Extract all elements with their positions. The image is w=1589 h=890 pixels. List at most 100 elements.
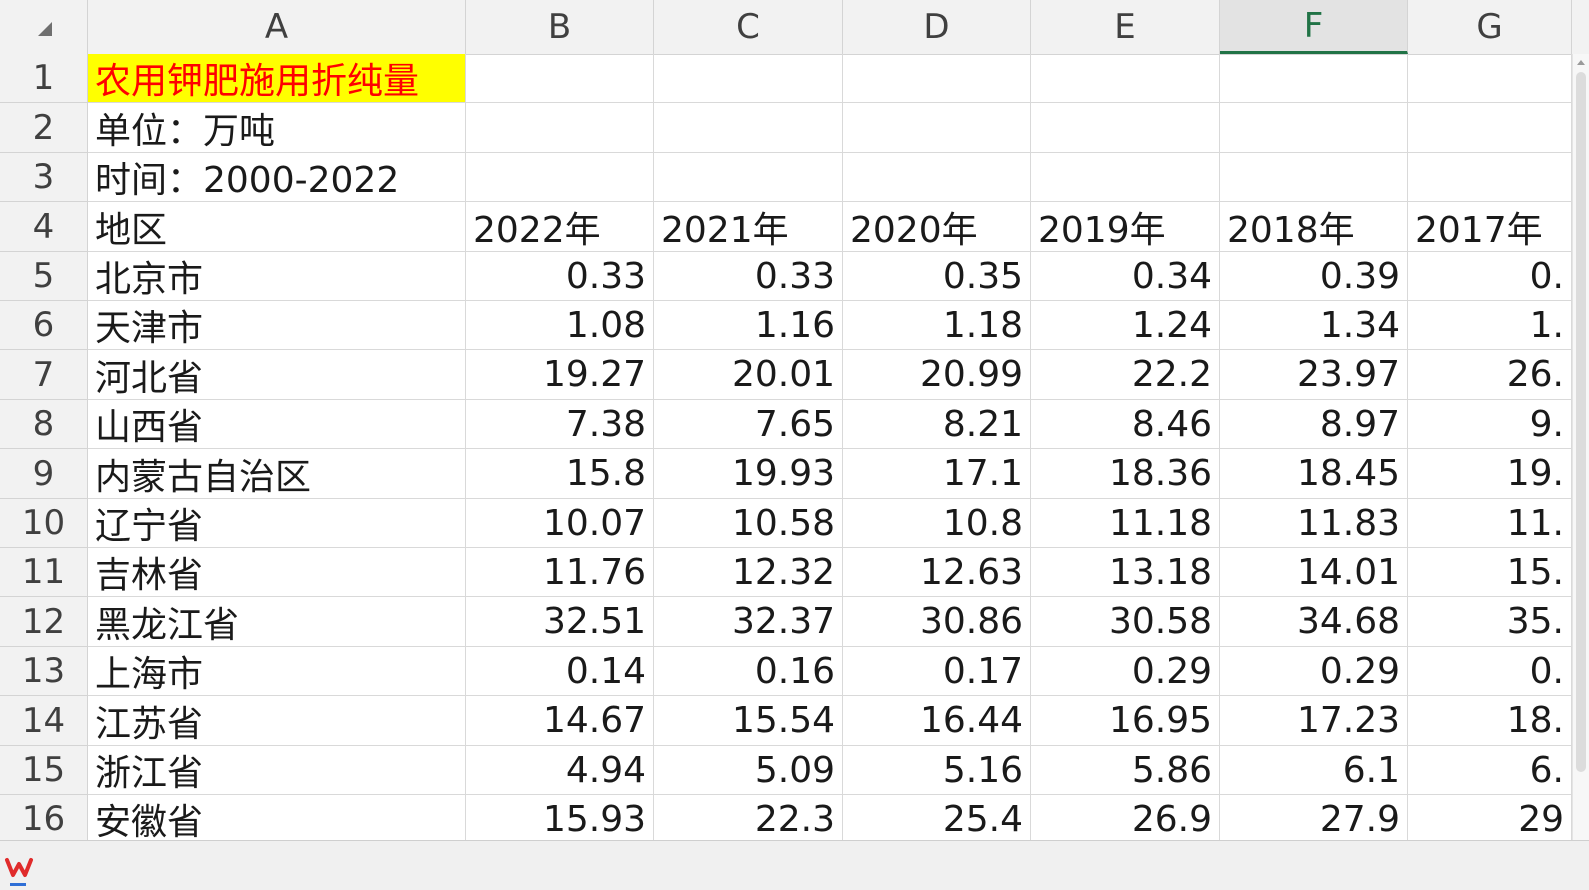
value-cell[interactable]: 1.16 — [654, 301, 843, 350]
title-cell[interactable]: 农用钾肥施用折纯量 — [88, 54, 466, 103]
scrollbar-thumb[interactable] — [1576, 72, 1586, 772]
value-cell[interactable]: 7.38 — [466, 400, 654, 449]
value-cell[interactable]: 26. — [1408, 350, 1572, 400]
region-cell[interactable]: 江苏省 — [88, 696, 466, 746]
value-cell[interactable]: 26.9 — [1031, 795, 1220, 840]
value-cell[interactable]: 5.09 — [654, 746, 843, 795]
region-cell[interactable]: 黑龙江省 — [88, 597, 466, 647]
value-cell[interactable]: 22.3 — [654, 795, 843, 840]
row-header-5[interactable]: 5 — [0, 252, 87, 301]
value-cell[interactable]: 11.83 — [1220, 499, 1408, 548]
value-cell[interactable]: 11. — [1408, 499, 1572, 548]
region-cell[interactable]: 上海市 — [88, 647, 466, 696]
value-cell[interactable]: 0.34 — [1031, 252, 1220, 301]
select-all-corner[interactable] — [0, 0, 88, 54]
value-cell[interactable]: 12.63 — [843, 548, 1031, 597]
value-cell[interactable]: 0. — [1408, 647, 1572, 696]
value-cell[interactable] — [1031, 153, 1220, 202]
year-header-cell[interactable]: 2021年 — [654, 202, 843, 252]
value-cell[interactable]: 18.36 — [1031, 449, 1220, 499]
value-cell[interactable] — [654, 103, 843, 153]
column-header-b[interactable]: B — [466, 0, 654, 54]
value-cell[interactable]: 6.1 — [1220, 746, 1408, 795]
value-cell[interactable]: 8.97 — [1220, 400, 1408, 449]
value-cell[interactable]: 5.86 — [1031, 746, 1220, 795]
row-header-13[interactable]: 13 — [0, 647, 87, 696]
value-cell[interactable]: 27.9 — [1220, 795, 1408, 840]
region-cell[interactable]: 山西省 — [88, 400, 466, 449]
value-cell[interactable]: 19.93 — [654, 449, 843, 499]
region-cell[interactable]: 天津市 — [88, 301, 466, 350]
column-header-a[interactable]: A — [88, 0, 466, 54]
value-cell[interactable] — [466, 103, 654, 153]
value-cell[interactable]: 0.17 — [843, 647, 1031, 696]
value-cell[interactable] — [1220, 54, 1408, 103]
value-cell[interactable] — [654, 54, 843, 103]
value-cell[interactable] — [843, 153, 1031, 202]
region-cell[interactable]: 北京市 — [88, 252, 466, 301]
value-cell[interactable]: 0.29 — [1031, 647, 1220, 696]
value-cell[interactable]: 8.46 — [1031, 400, 1220, 449]
value-cell[interactable]: 1.24 — [1031, 301, 1220, 350]
value-cell[interactable]: 6. — [1408, 746, 1572, 795]
value-cell[interactable]: 1.34 — [1220, 301, 1408, 350]
region-cell[interactable]: 辽宁省 — [88, 499, 466, 548]
row-header-8[interactable]: 8 — [0, 400, 87, 449]
value-cell[interactable]: 0.39 — [1220, 252, 1408, 301]
value-cell[interactable]: 23.97 — [1220, 350, 1408, 400]
column-header-g[interactable]: G — [1408, 0, 1572, 54]
value-cell[interactable]: 18.45 — [1220, 449, 1408, 499]
column-header-d[interactable]: D — [843, 0, 1031, 54]
row-header-12[interactable]: 12 — [0, 597, 87, 647]
value-cell[interactable] — [654, 153, 843, 202]
value-cell[interactable] — [466, 54, 654, 103]
value-cell[interactable]: 0.16 — [654, 647, 843, 696]
row-header-14[interactable]: 14 — [0, 696, 87, 746]
row-header-7[interactable]: 7 — [0, 350, 87, 400]
year-header-cell[interactable]: 2018年 — [1220, 202, 1408, 252]
column-header-e[interactable]: E — [1031, 0, 1220, 54]
value-cell[interactable]: 7.65 — [654, 400, 843, 449]
value-cell[interactable] — [1408, 54, 1572, 103]
year-header-cell[interactable]: 2022年 — [466, 202, 654, 252]
column-header-f[interactable]: F — [1220, 0, 1408, 54]
row-header-9[interactable]: 9 — [0, 449, 87, 499]
value-cell[interactable]: 1. — [1408, 301, 1572, 350]
value-cell[interactable]: 19. — [1408, 449, 1572, 499]
value-cell[interactable] — [1408, 103, 1572, 153]
region-cell[interactable]: 时间：2000-2022 — [88, 153, 466, 202]
region-cell[interactable]: 吉林省 — [88, 548, 466, 597]
value-cell[interactable]: 0.14 — [466, 647, 654, 696]
value-cell[interactable]: 22.2 — [1031, 350, 1220, 400]
wps-logo-icon[interactable] — [4, 855, 34, 879]
value-cell[interactable]: 1.08 — [466, 301, 654, 350]
value-cell[interactable]: 16.95 — [1031, 696, 1220, 746]
value-cell[interactable]: 0.35 — [843, 252, 1031, 301]
year-header-cell[interactable]: 2019年 — [1031, 202, 1220, 252]
value-cell[interactable]: 11.18 — [1031, 499, 1220, 548]
year-header-cell[interactable]: 2017年 — [1408, 202, 1572, 252]
value-cell[interactable]: 17.23 — [1220, 696, 1408, 746]
row-header-1[interactable]: 1 — [0, 54, 87, 103]
value-cell[interactable]: 15.8 — [466, 449, 654, 499]
value-cell[interactable]: 29 — [1408, 795, 1572, 840]
row-header-2[interactable]: 2 — [0, 103, 87, 153]
value-cell[interactable]: 12.32 — [654, 548, 843, 597]
value-cell[interactable]: 30.86 — [843, 597, 1031, 647]
value-cell[interactable]: 15. — [1408, 548, 1572, 597]
row-header-10[interactable]: 10 — [0, 499, 87, 548]
year-header-cell[interactable]: 2020年 — [843, 202, 1031, 252]
value-cell[interactable] — [1031, 54, 1220, 103]
value-cell[interactable] — [1031, 103, 1220, 153]
value-cell[interactable]: 4.94 — [466, 746, 654, 795]
row-header-11[interactable]: 11 — [0, 548, 87, 597]
value-cell[interactable]: 18. — [1408, 696, 1572, 746]
row-header-3[interactable]: 3 — [0, 153, 87, 202]
value-cell[interactable]: 19.27 — [466, 350, 654, 400]
value-cell[interactable]: 32.37 — [654, 597, 843, 647]
value-cell[interactable]: 5.16 — [843, 746, 1031, 795]
region-cell[interactable]: 地区 — [88, 202, 466, 252]
value-cell[interactable]: 32.51 — [466, 597, 654, 647]
value-cell[interactable]: 0.29 — [1220, 647, 1408, 696]
value-cell[interactable]: 16.44 — [843, 696, 1031, 746]
